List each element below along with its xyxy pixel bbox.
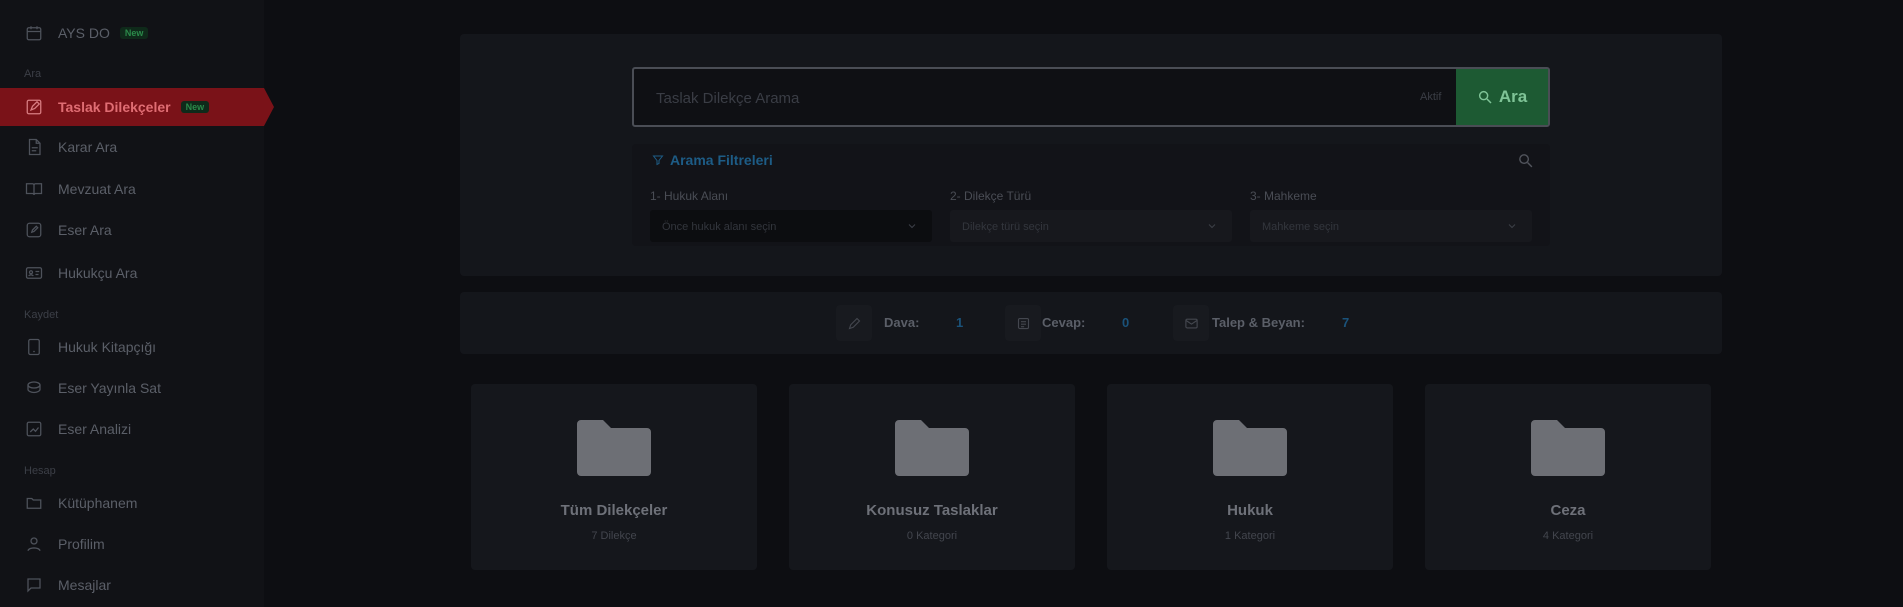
chevron-down-icon <box>1206 220 1218 235</box>
sidebar-item-label: Taslak Dilekçeler <box>58 99 171 115</box>
tablet-icon <box>24 337 44 357</box>
sidebar-item-label: Eser Ara <box>58 222 112 238</box>
search-status: Aktif <box>1420 91 1442 103</box>
sidebar-section-hesap: Hesap <box>24 465 56 477</box>
message-icon <box>24 575 44 595</box>
stat-label-dava: Dava: <box>884 315 920 330</box>
search-icon <box>1478 90 1492 104</box>
stat-value-dava: 1 <box>956 315 964 330</box>
category-card-ceza[interactable]: Ceza 4 Kategori <box>1425 384 1711 570</box>
filter-label-mahkeme: 3- Mahkeme <box>1250 189 1317 203</box>
card-title: Ceza <box>1550 502 1586 519</box>
sidebar-item-label: AYS DO <box>58 25 110 41</box>
sidebar-item-mevzuat-ara[interactable]: Mevzuat Ara <box>0 170 264 208</box>
dilekce-turu-select[interactable]: Dilekçe türü seçin <box>950 210 1232 242</box>
chevron-down-icon <box>906 220 918 235</box>
card-title: Konusuz Taslaklar <box>866 502 998 519</box>
filters-title: Arama Filtreleri <box>670 152 773 168</box>
filter-label-dilekce-turu: 2- Dilekçe Türü <box>950 189 1032 203</box>
sidebar-item-label: Hukukçu Ara <box>58 265 138 281</box>
sidebar-item-label: Mesajlar <box>58 577 111 593</box>
search-button-label: Ara <box>1498 87 1528 106</box>
card-title: Tüm Dilekçeler <box>560 502 668 519</box>
card-subtitle: 1 Kategori <box>1224 530 1276 542</box>
sidebar-item-label: Eser Analizi <box>58 421 132 437</box>
stat-value-talep-beyan: 7 <box>1342 315 1350 330</box>
stats-bar: Dava: 1 Cevap: 0 Talep & Beyan: 7 <box>460 292 1722 354</box>
edit-icon <box>836 305 872 341</box>
select-value: Önce hukuk alanı seçin <box>662 221 777 233</box>
edit-square-icon <box>24 220 44 240</box>
document-icon <box>24 137 44 157</box>
stat-label-talep-beyan: Talep & Beyan: <box>1212 315 1305 330</box>
sidebar-item-eser-analizi[interactable]: Eser Analizi <box>0 410 264 448</box>
sidebar-section-ara: Ara <box>24 68 42 80</box>
folder-icon <box>1213 420 1287 476</box>
book-open-icon <box>24 179 44 199</box>
card-subtitle: 4 Kategori <box>1542 530 1594 542</box>
sidebar-item-eser-ara[interactable]: Eser Ara <box>0 211 264 249</box>
list-icon <box>1005 305 1041 341</box>
category-card-konusuz-taslaklar[interactable]: Konusuz Taslaklar 0 Kategori <box>789 384 1075 570</box>
sidebar-item-karar-ara[interactable]: Karar Ara <box>0 128 264 166</box>
search-input[interactable] <box>654 87 1358 109</box>
category-card-tum-dilekceler[interactable]: Tüm Dilekçeler 7 Dilekçe <box>471 384 757 570</box>
filters-toggle[interactable]: Arama Filtreleri <box>652 152 773 168</box>
sidebar: AYS DO New Ara Taslak Dilekçeler New Kar… <box>0 0 274 607</box>
filters-panel: Arama Filtreleri 1- Hukuk Alanı Önce huk… <box>632 144 1550 246</box>
folder-icon <box>24 493 44 513</box>
sidebar-item-label: Karar Ara <box>58 139 118 155</box>
sidebar-item-eser-yayinla-sat[interactable]: Eser Yayınla Sat <box>0 369 264 407</box>
user-icon <box>24 534 44 554</box>
sidebar-item-ays-do[interactable]: AYS DO New <box>0 14 264 52</box>
sidebar-item-label: Mevzuat Ara <box>58 181 136 197</box>
sidebar-item-label: Kütüphanem <box>58 495 138 511</box>
folder-icon <box>577 420 651 476</box>
select-value: Mahkeme seçin <box>1262 221 1340 233</box>
search-icon <box>1519 154 1533 168</box>
sidebar-item-label: Hukuk Kitapçığı <box>58 339 157 355</box>
coin-icon <box>24 378 44 398</box>
filter-label-hukuk-alani: 1- Hukuk Alanı <box>650 189 729 203</box>
hukuk-alani-select[interactable]: Önce hukuk alanı seçin <box>650 210 932 242</box>
mail-icon <box>1173 305 1209 341</box>
category-card-hukuk[interactable]: Hukuk 1 Kategori <box>1107 384 1393 570</box>
filters-search-button[interactable] <box>1517 152 1534 174</box>
sidebar-item-profilim[interactable]: Profilim <box>0 525 264 563</box>
card-subtitle: 0 Kategori <box>906 530 958 542</box>
sidebar-item-label: Profilim <box>58 536 105 552</box>
sidebar-item-label: Eser Yayınla Sat <box>58 380 161 396</box>
search-bar: Aktif Ara <box>632 67 1550 127</box>
sidebar-item-hukukcu-ara[interactable]: Hukukçu Ara <box>0 254 264 292</box>
id-card-icon <box>24 263 44 283</box>
stat-value-cevap: 0 <box>1122 315 1130 330</box>
sidebar-item-hukuk-kitapcigi[interactable]: Hukuk Kitapçığı <box>0 328 264 366</box>
stat-label-cevap: Cevap: <box>1042 315 1086 330</box>
card-subtitle: 7 Dilekçe <box>591 530 637 542</box>
mahkeme-select[interactable]: Mahkeme seçin <box>1250 210 1532 242</box>
sidebar-section-kaydet: Kaydet <box>24 309 59 321</box>
search-button[interactable]: Ara <box>1456 69 1548 125</box>
filter-icon <box>652 155 664 166</box>
card-title: Hukuk <box>1227 502 1273 519</box>
calendar-icon <box>24 23 44 43</box>
select-value: Dilekçe türü seçin <box>962 221 1049 233</box>
chevron-down-icon <box>1506 220 1518 235</box>
folder-icon <box>895 420 969 476</box>
folder-icon <box>1531 420 1605 476</box>
new-badge: New <box>180 101 210 113</box>
sidebar-item-taslak-dilekceler[interactable]: Taslak Dilekçeler New <box>0 88 274 126</box>
sidebar-item-kutuphanem[interactable]: Kütüphanem <box>0 484 264 522</box>
new-badge: New <box>119 27 149 39</box>
chart-icon <box>24 419 44 439</box>
sidebar-item-mesajlar[interactable]: Mesajlar <box>0 566 264 604</box>
edit-icon <box>24 97 44 117</box>
